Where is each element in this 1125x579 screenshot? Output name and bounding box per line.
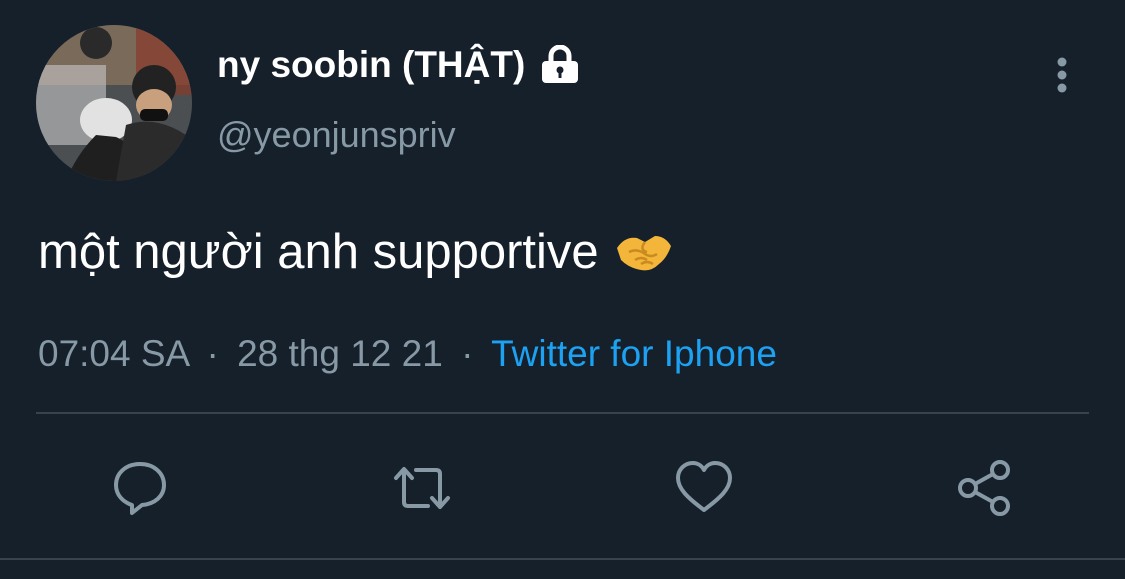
tweet-date[interactable]: 28 thg 12 21	[237, 333, 443, 374]
share-button[interactable]	[956, 458, 1016, 518]
retweet-icon	[394, 467, 450, 509]
avatar[interactable]	[36, 25, 192, 181]
share-icon	[958, 460, 1010, 516]
tweet-time: 07:04 SA	[38, 333, 189, 374]
display-name[interactable]: ny soobin (THẬT)	[217, 44, 525, 86]
lock-icon	[542, 45, 579, 83]
retweet-button[interactable]	[392, 458, 452, 518]
user-handle[interactable]: @yeonjunspriv	[217, 114, 456, 156]
reply-button[interactable]	[110, 458, 170, 518]
tweet-meta: 07:04 SA · 28 thg 12 21 · Twitter for Ip…	[38, 333, 777, 375]
like-button[interactable]	[674, 458, 734, 518]
tweet-source-link[interactable]: Twitter for Iphone	[491, 333, 777, 374]
more-vertical-icon[interactable]	[1048, 56, 1076, 96]
handshake-emoji	[616, 236, 671, 271]
meta-separator: ·	[461, 333, 474, 374]
divider	[36, 412, 1089, 414]
display-name-row[interactable]: ny soobin (THẬT)	[217, 44, 581, 86]
tweet-text: một người anh supportive	[38, 225, 599, 279]
meta-separator: ·	[206, 333, 219, 374]
divider	[0, 558, 1125, 560]
profile-photo	[36, 25, 192, 181]
reply-icon	[114, 462, 166, 515]
heart-icon	[676, 461, 732, 512]
tweet-text-row: một người anh supportive	[38, 224, 673, 280]
